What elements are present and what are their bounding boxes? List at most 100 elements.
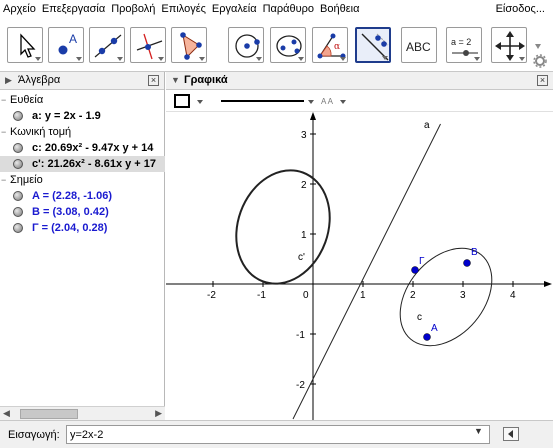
signin-link[interactable]: Είσοδος... — [496, 0, 545, 18]
menu-edit[interactable]: Επεξεργασία — [39, 0, 108, 18]
polygon-tool-button[interactable] — [171, 27, 207, 63]
reflect-tool-button[interactable] — [355, 27, 391, 63]
tool-menu-triangle — [199, 57, 205, 61]
move-view-tool-button[interactable] — [491, 27, 527, 63]
line-tool-button[interactable] — [89, 27, 125, 63]
algebra-item-point-b[interactable]: B = (3.08, 0.42) — [0, 204, 165, 220]
algebra-item-point-a[interactable]: A = (2.28, -1.06) — [0, 188, 165, 204]
point-label-A: A — [431, 323, 438, 334]
algebra-title-bar: ▶ Άλγεβρα × — [0, 72, 164, 90]
x-tick-label: 2 — [410, 290, 416, 301]
circle-tool-button[interactable] — [228, 27, 264, 63]
point-label-Γ: Γ — [419, 256, 425, 267]
menu-file[interactable]: Αρχείο — [0, 0, 39, 18]
algebra-view: ▶ Άλγεβρα × − Ευθεία a: y = 2x - 1.9 − Κων… — [0, 72, 165, 420]
menu-view[interactable]: Προβολή — [108, 0, 158, 18]
close-icon[interactable]: × — [148, 75, 159, 86]
algebra-item-conic-cprime[interactable]: c': 21.26x² - 8.61x y + 17 — [0, 156, 165, 172]
y-tick-label: -2 — [296, 380, 305, 391]
y-tick-label: -1 — [296, 330, 305, 341]
svg-text:A: A — [69, 32, 77, 46]
tool-menu-triangle — [519, 57, 525, 61]
x-tick-label: 3 — [460, 290, 466, 301]
point-B — [463, 259, 471, 267]
algebra-tree: − Ευθεία a: y = 2x - 1.9 − Κωνική τομή c: … — [0, 92, 165, 236]
visibility-toggle-icon[interactable] — [13, 159, 23, 169]
visibility-toggle-icon[interactable] — [13, 223, 23, 233]
conic-c-label: c — [417, 312, 422, 323]
category-line[interactable]: − Ευθεία — [0, 92, 165, 108]
tool-menu-triangle — [117, 57, 123, 61]
algebra-item-line-a[interactable]: a: y = 2x - 1.9 — [0, 108, 165, 124]
scroll-thumb[interactable] — [20, 409, 78, 419]
close-icon[interactable]: × — [537, 75, 548, 86]
graphics-canvas[interactable]: -2 -1 0 1 2 3 4 3 2 1 -1 -2 a c' cA B Γ — [166, 112, 553, 420]
svg-text:a = 2: a = 2 — [451, 37, 471, 47]
tool-menu-triangle — [256, 57, 262, 61]
collapse-icon[interactable]: − — [1, 92, 6, 108]
graphics-view: ▼ Γραφικά × A A -2 -1 0 1 2 3 4 3 2 1 -1 -2 a c' c A B Γ — [166, 72, 553, 420]
collapse-icon[interactable]: − — [1, 172, 6, 188]
point-tool-button[interactable]: A — [48, 27, 84, 63]
visibility-toggle-icon[interactable] — [13, 143, 23, 153]
graphics-title-bar: ▼ Γραφικά × — [166, 72, 553, 90]
y-tick-label: 2 — [301, 180, 307, 191]
category-point[interactable]: − Σημείο — [0, 172, 165, 188]
tool-menu-triangle — [382, 56, 388, 60]
menu-window[interactable]: Παράθυρο — [260, 0, 317, 18]
panel-arrow-icon[interactable]: ▶ — [5, 75, 12, 86]
x-axis-arrow — [544, 281, 552, 287]
menu-bar: Αρχείο Επεξεργασία Προβολή Επιλογές Εργα… — [0, 0, 553, 18]
visibility-toggle-icon[interactable] — [13, 207, 23, 217]
menu-help[interactable]: Βοήθεια — [317, 0, 362, 18]
x-tick-label: -2 — [207, 290, 216, 301]
point-label-B: B — [471, 247, 478, 258]
category-conic[interactable]: − Κωνική τομή — [0, 124, 165, 140]
ellipse-tool-button[interactable] — [270, 27, 306, 63]
scroll-right-icon[interactable]: ▶ — [155, 408, 162, 419]
dropdown-arrow-icon[interactable] — [197, 100, 203, 104]
algebra-horizontal-scrollbar[interactable]: ◀ ▶ — [0, 406, 165, 420]
collapse-icon[interactable]: − — [1, 124, 6, 140]
dropdown-arrow-icon[interactable] — [340, 100, 346, 104]
perpendicular-tool-button[interactable] — [130, 27, 166, 63]
x-tick-label: 1 — [360, 290, 366, 301]
text-style-icon[interactable]: A A — [321, 97, 334, 106]
scroll-left-icon[interactable]: ◀ — [3, 408, 10, 419]
text-tool-button[interactable]: ABC — [401, 27, 437, 63]
tool-menu-triangle — [474, 57, 480, 61]
y-axis-arrow — [310, 112, 316, 120]
settings-icon[interactable] — [531, 40, 549, 70]
x-tick-label: -1 — [257, 290, 266, 301]
visibility-toggle-icon[interactable] — [13, 111, 23, 121]
visibility-toggle-icon[interactable] — [13, 191, 23, 201]
dropdown-arrow-icon[interactable] — [308, 100, 314, 104]
menu-options[interactable]: Επιλογές — [158, 0, 209, 18]
conic-c — [399, 247, 493, 347]
svg-text:α: α — [334, 42, 340, 52]
conic-cprime — [235, 169, 331, 285]
point-Γ — [411, 266, 419, 274]
y-tick-label: 3 — [301, 130, 307, 141]
menu-tools[interactable]: Εργαλεία — [209, 0, 260, 18]
tool-menu-triangle — [298, 57, 304, 61]
algebra-item-point-g[interactable]: Γ = (2.04, 0.28) — [0, 220, 165, 236]
move-tool-button[interactable] — [7, 27, 43, 63]
input-field[interactable] — [66, 425, 490, 444]
toolbar: A α ABC a = 2 — [0, 18, 553, 72]
panel-arrow-icon[interactable]: ▼ — [171, 75, 180, 85]
x-tick-label: 4 — [510, 290, 516, 301]
input-help-icon[interactable] — [503, 427, 519, 441]
slider-tool-button[interactable]: a = 2 — [446, 27, 482, 63]
tool-menu-triangle — [35, 57, 41, 61]
input-dropdown-icon[interactable]: ▼ — [474, 426, 483, 436]
text-icon: ABC — [406, 40, 431, 54]
angle-tool-button[interactable]: α — [312, 27, 348, 63]
graphics-style-bar: A A — [166, 90, 553, 112]
conic-cprime-label: c' — [298, 252, 305, 263]
tool-menu-triangle — [340, 57, 346, 61]
input-bar: Εισαγωγή: ▼ — [0, 420, 553, 448]
color-swatch-icon[interactable] — [174, 94, 190, 108]
tool-menu-triangle — [76, 57, 82, 61]
algebra-item-conic-c[interactable]: c: 20.69x² - 9.47x y + 14 — [0, 140, 165, 156]
